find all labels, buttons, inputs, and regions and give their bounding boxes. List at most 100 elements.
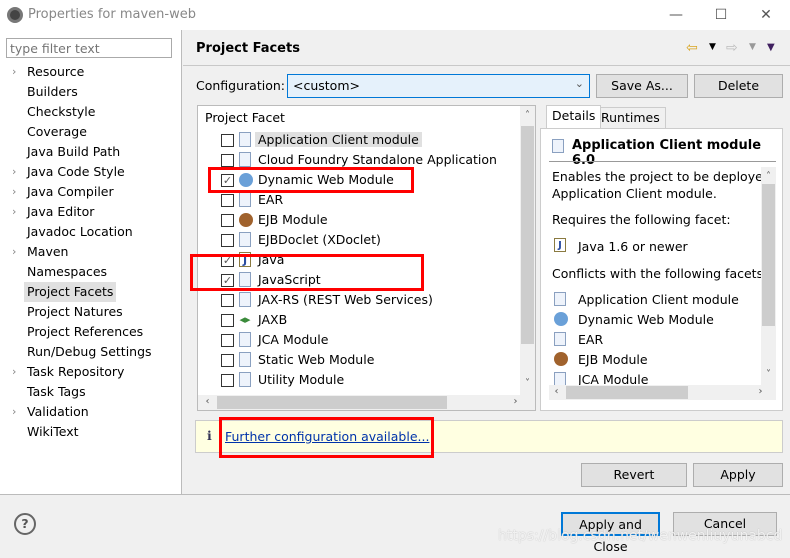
sidebar-item[interactable]: › Java Code Style: [0, 162, 180, 182]
sidebar-item-label: Task Repository: [27, 364, 125, 379]
facet-horizontal-scrollbar[interactable]: ‹ ›: [198, 395, 535, 410]
facet-label: EJB Module: [258, 212, 328, 227]
minimize-button[interactable]: —: [661, 4, 691, 26]
sidebar-item[interactable]: Java Build Path: [0, 142, 180, 162]
scroll-left-icon[interactable]: ‹: [549, 386, 564, 397]
expand-arrow-icon[interactable]: ›: [12, 402, 16, 422]
sidebar-item[interactable]: Checkstyle: [0, 102, 180, 122]
facet-row[interactable]: Utility Module: [198, 370, 518, 390]
facet-row[interactable]: EAR: [198, 190, 518, 210]
sidebar-item[interactable]: Project References: [0, 322, 180, 342]
facet-row[interactable]: JAX-RS (REST Web Services): [198, 290, 518, 310]
sidebar-item-label: Builders: [27, 84, 78, 99]
details-title: Application Client module 6.0: [572, 138, 762, 168]
facet-row[interactable]: ◂▸ JAXB: [198, 310, 518, 330]
scroll-right-icon[interactable]: ›: [753, 386, 768, 397]
scroll-right-icon[interactable]: ›: [508, 396, 523, 407]
apply-button[interactable]: Apply: [693, 463, 783, 487]
back-icon[interactable]: ⇦: [686, 40, 698, 56]
sidebar-item-label: WikiText: [27, 424, 79, 439]
conflict-item: EJB Module: [578, 352, 648, 367]
conflict-item: JCA Module: [578, 372, 649, 385]
filter-input[interactable]: [6, 38, 172, 58]
facet-row[interactable]: EJBDoclet (XDoclet): [198, 230, 518, 250]
scroll-left-icon[interactable]: ‹: [200, 396, 215, 407]
scroll-thumb[interactable]: [762, 184, 775, 326]
save-as-button[interactable]: Save As...: [596, 74, 688, 98]
sidebar-item[interactable]: Javadoc Location: [0, 222, 180, 242]
chevron-down-icon: ⌄: [574, 77, 584, 90]
details-content: Application Client module 6.0 Enables th…: [540, 128, 783, 411]
facet-checkbox[interactable]: [221, 374, 234, 387]
sidebar-item[interactable]: › Validation: [0, 402, 180, 422]
facet-label: Cloud Foundry Standalone Application: [258, 152, 497, 167]
facet-checkbox[interactable]: [221, 354, 234, 367]
facet-label: Utility Module: [258, 372, 345, 387]
forward-dropdown-icon[interactable]: ▼: [749, 42, 756, 52]
scroll-down-icon[interactable]: ˅: [520, 378, 535, 389]
sidebar-item[interactable]: Project Facets: [0, 282, 180, 302]
expand-arrow-icon[interactable]: ›: [12, 62, 16, 82]
scroll-thumb[interactable]: [566, 386, 688, 399]
sidebar-item[interactable]: Builders: [0, 82, 180, 102]
facet-label: JAXB: [258, 312, 288, 327]
delete-button[interactable]: Delete: [694, 74, 783, 98]
sidebar-item[interactable]: Project Natures: [0, 302, 180, 322]
facet-checkbox[interactable]: [221, 334, 234, 347]
sidebar-item[interactable]: Namespaces: [0, 262, 180, 282]
highlight-box: [219, 417, 434, 458]
expand-arrow-icon[interactable]: ›: [12, 182, 16, 202]
revert-button[interactable]: Revert: [581, 463, 687, 487]
maximize-button[interactable]: ☐: [706, 4, 736, 26]
sidebar-item[interactable]: Task Tags: [0, 382, 180, 402]
facet-checkbox[interactable]: [221, 194, 234, 207]
facet-checkbox[interactable]: [221, 134, 234, 147]
sidebar-item[interactable]: Coverage: [0, 122, 180, 142]
facet-label: JAX-RS (REST Web Services): [258, 292, 433, 307]
bean-icon: [239, 213, 253, 227]
expand-arrow-icon[interactable]: ›: [12, 202, 16, 222]
forward-icon[interactable]: ⇨: [726, 40, 738, 56]
facet-checkbox[interactable]: [221, 234, 234, 247]
sidebar-item[interactable]: Run/Debug Settings: [0, 342, 180, 362]
facet-row[interactable]: Application Client module: [198, 130, 518, 150]
scroll-down-icon[interactable]: ˅: [761, 369, 776, 380]
scroll-thumb[interactable]: [217, 396, 447, 409]
sidebar-item[interactable]: › Java Compiler: [0, 182, 180, 202]
details-vertical-scrollbar[interactable]: ˄ ˅: [761, 167, 776, 385]
help-icon[interactable]: ?: [14, 513, 36, 535]
configuration-select[interactable]: <custom> ⌄: [287, 74, 590, 98]
tab-runtimes[interactable]: Runtimes: [595, 107, 666, 129]
facet-checkbox[interactable]: [221, 214, 234, 227]
sidebar-item[interactable]: › Task Repository: [0, 362, 180, 382]
sidebar-item[interactable]: › Java Editor: [0, 202, 180, 222]
sidebar-item[interactable]: WikiText: [0, 422, 180, 442]
divider: [549, 161, 776, 162]
facet-label: EJBDoclet (XDoclet): [258, 232, 381, 247]
facet-checkbox[interactable]: [221, 314, 234, 327]
facet-label: Application Client module: [255, 132, 422, 147]
expand-arrow-icon[interactable]: ›: [12, 242, 16, 262]
sidebar: › Resource Builders Checkstyle Coverage Java …: [0, 30, 182, 494]
expand-arrow-icon[interactable]: ›: [12, 362, 16, 382]
sidebar-item[interactable]: › Resource: [0, 62, 180, 82]
scroll-up-icon[interactable]: ˄: [520, 110, 535, 121]
scroll-up-icon[interactable]: ˄: [761, 171, 776, 182]
close-button[interactable]: ✕: [751, 4, 781, 26]
facet-row[interactable]: EJB Module: [198, 210, 518, 230]
facet-checkbox[interactable]: [221, 294, 234, 307]
sidebar-item[interactable]: › Maven: [0, 242, 180, 262]
back-dropdown-icon[interactable]: ▼: [709, 42, 716, 52]
conflicts-label: Conflicts with the following facets:: [552, 266, 761, 281]
facet-row[interactable]: Static Web Module: [198, 350, 518, 370]
tab-details[interactable]: Details: [546, 105, 602, 129]
facet-row[interactable]: JCA Module: [198, 330, 518, 350]
facet-vertical-scrollbar[interactable]: ˄ ˅: [520, 106, 535, 395]
facet-checkbox[interactable]: [221, 154, 234, 167]
view-menu-icon[interactable]: ▼: [767, 42, 775, 53]
expand-arrow-icon[interactable]: ›: [12, 162, 16, 182]
details-horizontal-scrollbar[interactable]: ‹ ›: [549, 385, 776, 400]
sidebar-item-label: Checkstyle: [27, 104, 96, 119]
java-icon: J: [554, 238, 566, 252]
scroll-thumb[interactable]: [521, 126, 534, 344]
